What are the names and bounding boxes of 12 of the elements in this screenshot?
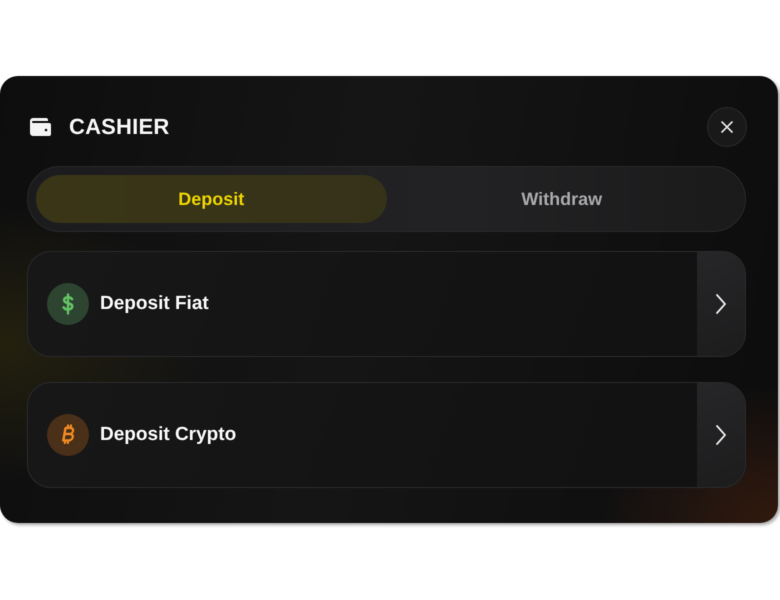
- chevron-right-icon: [716, 425, 726, 445]
- dollar-icon: [47, 283, 89, 325]
- chevron-right-icon: [716, 294, 726, 314]
- tab[interactable]: Deposit: [36, 175, 386, 223]
- close-button[interactable]: [707, 107, 747, 147]
- bitcoin-icon: [47, 414, 89, 456]
- deposit-option-button[interactable]: Deposit Fiat: [27, 251, 746, 357]
- tab[interactable]: Withdraw: [386, 175, 737, 223]
- close-icon: [721, 121, 733, 133]
- deposit-option-button[interactable]: Deposit Crypto: [27, 382, 746, 488]
- modal-title: CASHIER: [69, 114, 170, 140]
- wallet-icon: [30, 117, 52, 137]
